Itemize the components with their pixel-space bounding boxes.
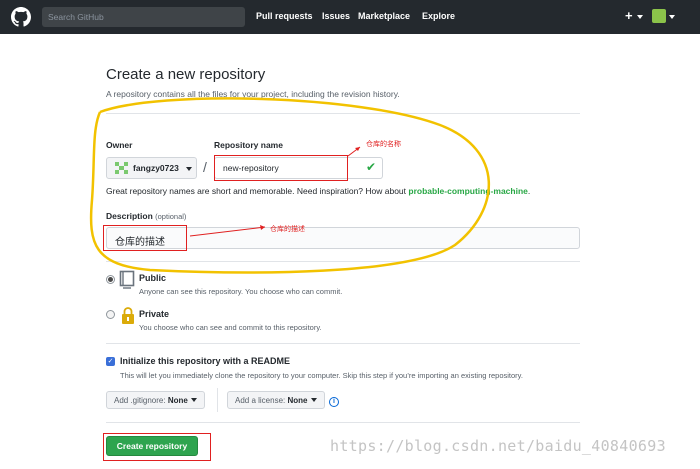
description-annotation: 仓库的描述 bbox=[270, 226, 305, 233]
annotation-overlay bbox=[89, 97, 490, 274]
description-arrow bbox=[189, 226, 266, 237]
description-arrowhead bbox=[260, 225, 265, 230]
yellow-freehand-circle bbox=[89, 97, 490, 274]
repo-name-annotation: 仓库的名称 bbox=[366, 141, 401, 148]
watermark: https://blog.csdn.net/baidu_40840693 bbox=[330, 437, 666, 455]
